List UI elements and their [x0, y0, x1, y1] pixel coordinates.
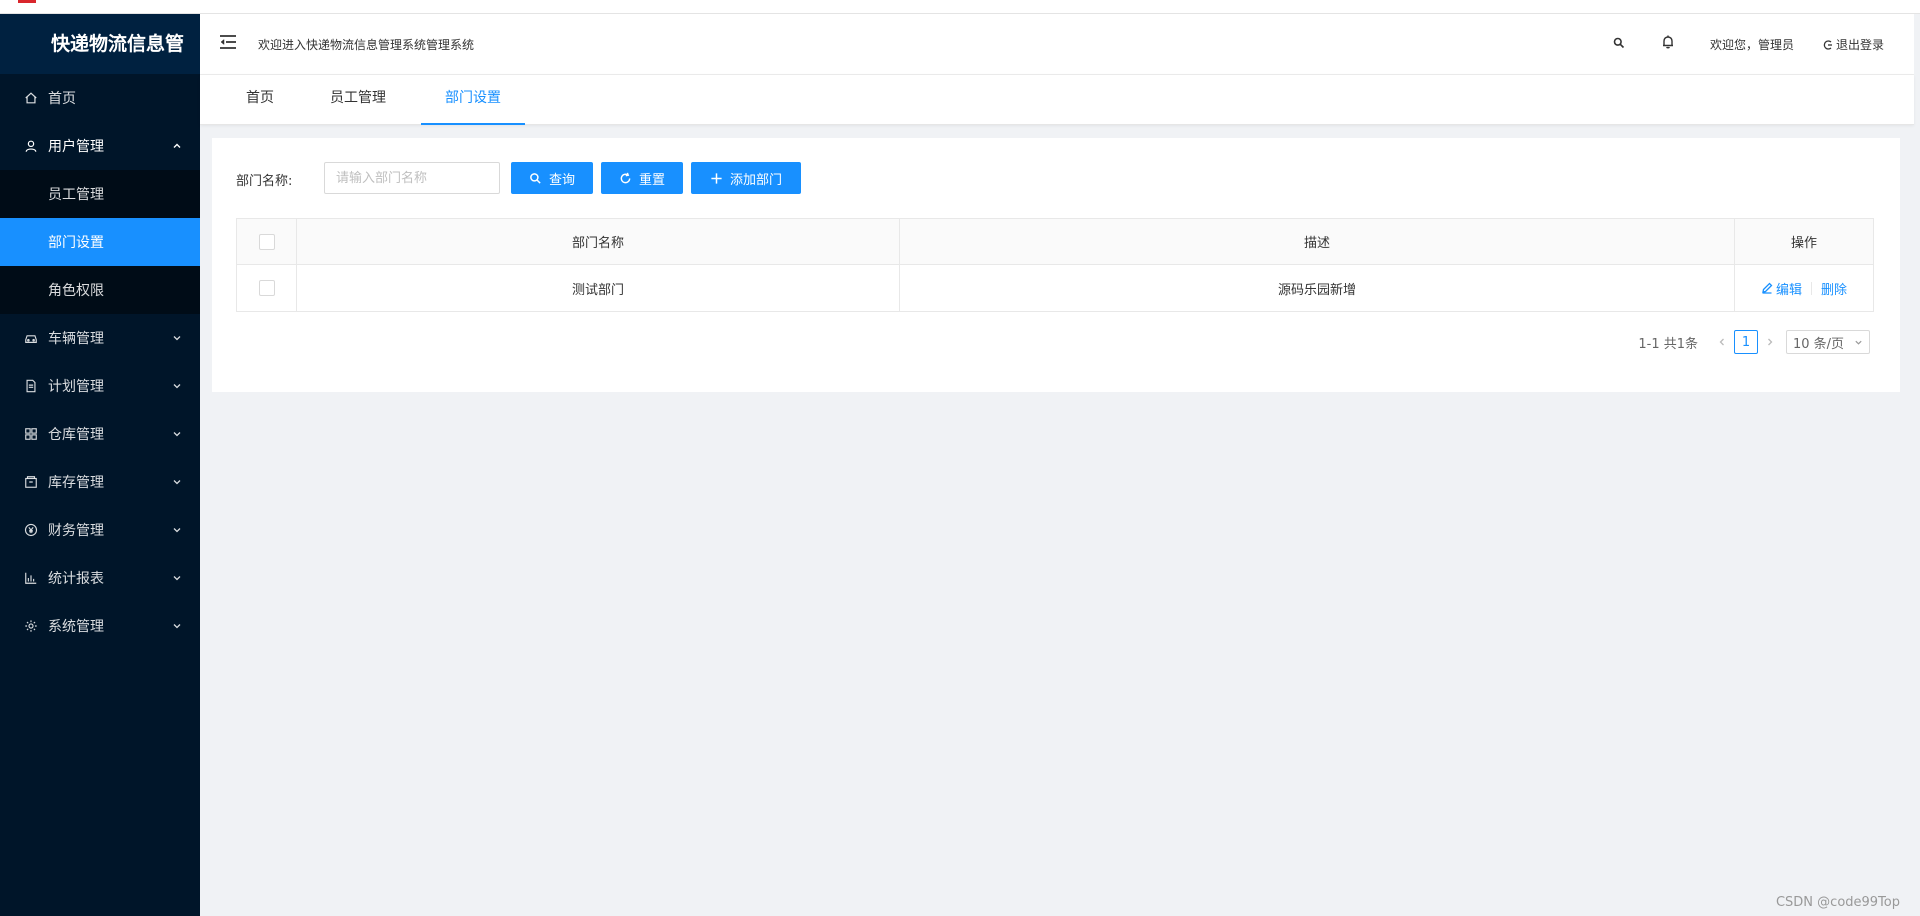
- user-greeting[interactable]: 欢迎您，管理员: [1710, 36, 1794, 53]
- sidebar-item-label: 仓库管理: [48, 427, 104, 443]
- sidebar-item-label: 系统管理: [48, 619, 104, 635]
- sidebar-item-label: 首页: [48, 91, 76, 107]
- row-checkbox[interactable]: [258, 280, 275, 296]
- money-icon: [24, 523, 38, 537]
- pagination: 1-1 共1条 1 10 条/页: [1638, 330, 1870, 354]
- search-icon: [530, 172, 541, 184]
- header-checkbox-cell: [237, 219, 297, 264]
- edit-button[interactable]: 编辑: [1761, 279, 1802, 298]
- column-header-department-name: 部门名称: [297, 219, 900, 264]
- chevron-down-icon: [172, 573, 182, 583]
- edit-label: 编辑: [1775, 282, 1802, 298]
- department-table: 部门名称 描述 操作 测试部门 源码乐园新增 编辑 删除: [236, 218, 1874, 312]
- row-checkbox-cell: [237, 265, 297, 311]
- sidebar-item-label: 计划管理: [48, 379, 104, 395]
- chevron-down-icon: [172, 333, 182, 343]
- sidebar-item-label: 员工管理: [48, 187, 104, 203]
- chevron-up-icon: [172, 141, 182, 151]
- sidebar-item-user-management[interactable]: 用户管理: [0, 122, 200, 170]
- chevron-down-icon: [172, 525, 182, 535]
- sidebar-item-finance-management[interactable]: 财务管理: [0, 506, 200, 554]
- home-icon: [24, 91, 38, 105]
- car-icon: [24, 331, 38, 345]
- sidebar-item-warehouse-management[interactable]: 仓库管理: [0, 410, 200, 458]
- column-header-description: 描述: [900, 219, 1735, 264]
- query-button[interactable]: 查询: [511, 162, 593, 194]
- sidebar-item-plan-management[interactable]: 计划管理: [0, 362, 200, 410]
- department-name-input[interactable]: [324, 162, 500, 194]
- menu-fold-icon[interactable]: [218, 32, 238, 52]
- pagination-total: 1-1 共1条: [1638, 336, 1698, 352]
- sidebar-item-label: 角色权限: [48, 283, 104, 299]
- logout-label: 退出登录: [1836, 38, 1885, 52]
- tab-department-settings[interactable]: 部门设置: [421, 75, 525, 125]
- file-icon: [24, 379, 38, 393]
- next-page-icon[interactable]: [1762, 330, 1778, 354]
- sidebar-item-department-settings[interactable]: 部门设置: [0, 218, 200, 266]
- page-number-current[interactable]: 1: [1734, 330, 1758, 354]
- sidebar-item-employee-management[interactable]: 员工管理: [0, 170, 200, 218]
- select-all-checkbox[interactable]: [258, 233, 275, 250]
- reset-button[interactable]: 重置: [601, 162, 683, 194]
- chevron-down-icon: [172, 621, 182, 631]
- chevron-down-icon: [172, 477, 182, 487]
- logout-button[interactable]: 退出登录: [1822, 36, 1884, 53]
- sidebar-item-label: 统计报表: [48, 571, 104, 587]
- cell-description: 源码乐园新增: [900, 265, 1735, 311]
- chart-icon: [24, 571, 38, 585]
- sidebar-item-label: 车辆管理: [48, 331, 104, 347]
- sidebar-item-label: 用户管理: [48, 139, 104, 155]
- welcome-text: 欢迎进入快递物流信息管理系统管理系统: [258, 38, 475, 52]
- department-name-label: 部门名称:: [236, 174, 293, 189]
- add-department-button-label: 添加部门: [729, 172, 782, 188]
- cell-department-name: 测试部门: [297, 265, 900, 311]
- sidebar-item-label: 库存管理: [48, 475, 104, 491]
- sidebar-item-label: 财务管理: [48, 523, 104, 539]
- page-size-select[interactable]: 10 条/页: [1786, 330, 1870, 354]
- submenu-user-management: 员工管理 部门设置 角色权限: [0, 170, 200, 314]
- sidebar-item-home[interactable]: 首页: [0, 74, 200, 122]
- delete-label: 删除: [1821, 282, 1848, 298]
- column-header-actions: 操作: [1790, 236, 1817, 251]
- add-department-button[interactable]: 添加部门: [691, 162, 801, 194]
- edit-icon: [1762, 282, 1773, 294]
- plus-icon: [711, 172, 722, 184]
- sidebar-item-label: 部门设置: [48, 235, 104, 251]
- inventory-icon: [24, 475, 38, 489]
- logout-icon: [1823, 39, 1832, 50]
- query-button-label: 查询: [548, 172, 575, 188]
- table-row: 测试部门 源码乐园新增 编辑 删除: [237, 265, 1873, 311]
- search-icon[interactable]: [1612, 36, 1626, 50]
- sidebar-item-inventory-management[interactable]: 库存管理: [0, 458, 200, 506]
- sidebar-item-vehicle-management[interactable]: 车辆管理: [0, 314, 200, 362]
- prev-page-icon[interactable]: [1714, 330, 1730, 354]
- table-header-row: 部门名称 描述 操作: [237, 219, 1873, 265]
- sidebar: 快递物流信息管 首页 用户管理 员工管理 部门设置 角色权限 车辆管理 计划管理…: [0, 14, 200, 916]
- page-size-value: 10 条/页: [1793, 336, 1845, 352]
- chevron-down-icon: [172, 381, 182, 391]
- reload-icon: [620, 172, 631, 183]
- action-divider: [1811, 281, 1812, 295]
- cell-actions: 编辑 删除: [1735, 265, 1873, 311]
- chevron-down-icon: [172, 429, 182, 439]
- sidebar-item-role-permissions[interactable]: 角色权限: [0, 266, 200, 314]
- warehouse-icon: [24, 427, 38, 441]
- bell-icon[interactable]: [1660, 34, 1676, 50]
- delete-button[interactable]: 删除: [1821, 279, 1847, 298]
- top-header: 欢迎进入快递物流信息管理系统管理系统 欢迎您，管理员 退出登录: [200, 14, 1914, 75]
- browser-top-strip: [0, 0, 1920, 14]
- watermark: CSDN @code99Top: [1775, 895, 1900, 910]
- content-card: 部门名称: 查询 重置 添加部门 部门名称 描述 操作 测试部门 源码乐园新增: [212, 138, 1900, 392]
- strip-mark: [18, 0, 36, 3]
- app-title: 快递物流信息管: [0, 14, 200, 74]
- gear-icon: [24, 619, 38, 633]
- chevron-down-icon: [1855, 340, 1862, 345]
- tab-employee-management[interactable]: 员工管理: [328, 75, 388, 125]
- sidebar-item-system-management[interactable]: 系统管理: [0, 602, 200, 650]
- tab-home[interactable]: 首页: [240, 75, 280, 125]
- sidebar-item-statistics-reports[interactable]: 统计报表: [0, 554, 200, 602]
- reset-button-label: 重置: [638, 172, 665, 188]
- tab-bar: 首页 员工管理 部门设置: [200, 75, 1914, 125]
- user-icon: [24, 139, 38, 153]
